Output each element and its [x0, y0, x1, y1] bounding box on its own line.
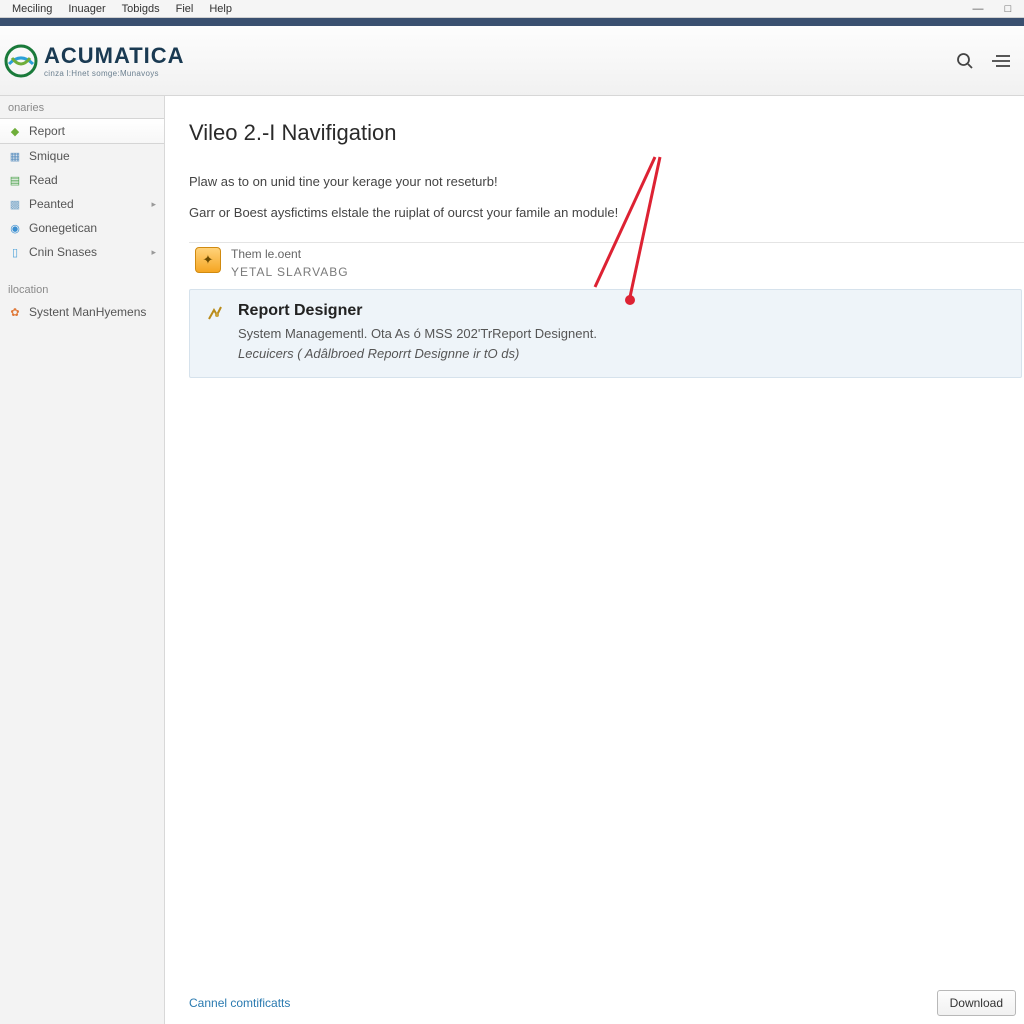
sidebar-item-label: Report [29, 124, 156, 138]
cube-icon: ◉ [8, 221, 22, 235]
sidebar-section-1: onaries [0, 96, 164, 118]
result-line-1: System Managementl. Ota As ó MSS 202'TrR… [238, 324, 1009, 344]
menu-fiel[interactable]: Fiel [168, 3, 202, 15]
cancel-link[interactable]: Cannel comtificatts [189, 996, 290, 1010]
result-line-2: Lecuicers ( Adâlbroed Reporrt Designne i… [238, 344, 1009, 364]
chevron-right-icon: ▸ [151, 199, 156, 210]
window-controls: — □ [972, 3, 1020, 15]
sidebar-item-label: Gonegetican [29, 221, 156, 235]
gear-icon: ✿ [8, 305, 22, 319]
intro-text-2: Garr or Boest aysfictims elstale the rui… [189, 205, 1024, 220]
module-icon: ▦ [8, 149, 22, 163]
report-icon: ◆ [8, 124, 22, 138]
tool-icon [206, 304, 224, 322]
search-icon[interactable] [956, 52, 974, 70]
menu-inuager[interactable]: Inuager [60, 3, 113, 15]
sidebar-item-system-management[interactable]: ✿ Systent ManHyemens [0, 300, 164, 324]
menubar: Meciling Inuager Tobigds Fiel Help — □ [0, 0, 1024, 18]
chevron-right-icon: ▸ [151, 247, 156, 258]
brand-logo-icon [4, 44, 38, 78]
brand-subtitle: cinza l:Hnet somge:Munavoys [44, 69, 185, 78]
minimize-icon[interactable]: — [972, 3, 984, 15]
sidebar-item-label: Cnin Snases [29, 245, 144, 259]
page-title: Vileo 2.-I Navifigation [189, 120, 1024, 146]
sidebar-item-peanted[interactable]: ▩ Peanted ▸ [0, 192, 164, 216]
menu-meciling[interactable]: Meciling [4, 3, 60, 15]
folder-icon: ▯ [8, 245, 22, 259]
tool-badge-icon: ✦ [195, 247, 221, 273]
footer: Cannel comtificatts Download [189, 990, 1016, 1016]
result-title: Report Designer [238, 302, 1009, 320]
doc-icon: ▤ [8, 173, 22, 187]
sidebar-item-label: Smique [29, 149, 156, 163]
brand-title: ACUMATICA [44, 43, 185, 69]
sidebar-section-2: ilocation [0, 278, 164, 300]
section-header: ✦ Them le.oent YETAL SLARVABG [189, 242, 1024, 289]
main-content: Vileo 2.-I Navifigation Plaw as to on un… [165, 96, 1024, 1024]
grid-icon: ▩ [8, 197, 22, 211]
section-code: YETAL SLARVABG [231, 265, 349, 279]
result-card-report-designer[interactable]: Report Designer System Managementl. Ota … [189, 289, 1022, 378]
intro-text-1: Plaw as to on unid tine your kerage your… [189, 174, 1024, 189]
menu-help[interactable]: Help [201, 3, 240, 15]
sidebar-item-label: Peanted [29, 197, 144, 211]
sidebar: onaries ◆ Report ▦ Smique ▤ Read ▩ Peant… [0, 96, 165, 1024]
sidebar-item-gonegetican[interactable]: ◉ Gonegetican [0, 216, 164, 240]
sidebar-item-smique[interactable]: ▦ Smique [0, 144, 164, 168]
sidebar-item-cnin-snases[interactable]: ▯ Cnin Snases ▸ [0, 240, 164, 264]
header: ACUMATICA cinza l:Hnet somge:Munavoys [0, 26, 1024, 96]
body: onaries ◆ Report ▦ Smique ▤ Read ▩ Peant… [0, 96, 1024, 1024]
maximize-icon[interactable]: □ [1002, 3, 1014, 15]
download-button[interactable]: Download [937, 990, 1016, 1016]
sidebar-item-read[interactable]: ▤ Read [0, 168, 164, 192]
sidebar-item-report[interactable]: ◆ Report [0, 118, 164, 144]
brand: ACUMATICA cinza l:Hnet somge:Munavoys [4, 43, 185, 78]
sidebar-item-label: Read [29, 173, 156, 187]
section-subtitle: Them le.oent [231, 247, 349, 261]
menu-tobigds[interactable]: Tobigds [114, 3, 168, 15]
top-stripe [0, 18, 1024, 26]
sidebar-item-label: Systent ManHyemens [29, 305, 156, 319]
menu-list-icon[interactable] [992, 53, 1010, 69]
